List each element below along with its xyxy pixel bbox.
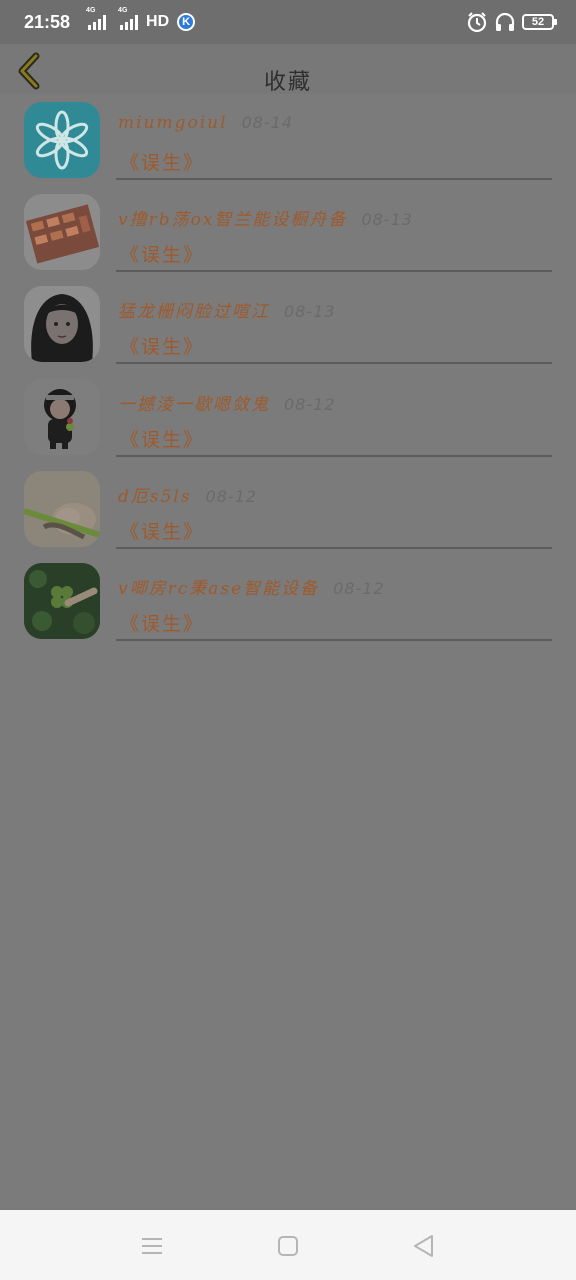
divider xyxy=(116,454,552,457)
girl-portrait-icon xyxy=(24,286,100,363)
favorites-list: miumgoiul 08-14 《误生》 v撸rb荡ox智兰能设橱舟备 08-1… xyxy=(0,100,576,653)
avatar xyxy=(24,378,100,455)
page-title: 收藏 xyxy=(263,70,312,95)
menu-icon xyxy=(142,1238,162,1254)
status-left: 21:58 4G 4G HD K xyxy=(24,7,196,33)
item-title: 猛龙栅闷脸过喧江 08-13 xyxy=(118,302,336,323)
ninja-character-icon xyxy=(24,378,100,455)
status-right: 52 xyxy=(466,11,557,33)
item-book-title: 《误生》 xyxy=(120,152,205,174)
alarm-icon xyxy=(467,12,487,33)
item-title: v撸rb荡ox智兰能设橱舟备 08-13 xyxy=(118,210,413,231)
header: 收藏 xyxy=(0,44,576,95)
item-title: 一撼淩一歇嗯敛鬼 08-12 xyxy=(118,394,336,415)
list-item[interactable]: v唧房rc秉ase智能设备 08-12 《误生》 xyxy=(0,561,576,653)
list-item[interactable]: v撸rb荡ox智兰能设橱舟备 08-13 《误生》 xyxy=(0,192,576,284)
system-back-button[interactable] xyxy=(411,1233,437,1259)
avatar xyxy=(24,470,100,547)
list-item[interactable]: 猛龙栅闷脸过喧江 08-13 《误生》 xyxy=(0,284,576,376)
item-book-title: 《误生》 xyxy=(120,336,205,359)
signal-icon-1: 4G xyxy=(86,7,107,30)
item-title: miumgoiul 08-14 xyxy=(118,113,294,133)
menu-button[interactable] xyxy=(139,1233,165,1259)
skewers-image-icon xyxy=(24,194,100,271)
item-date: 08-12 xyxy=(284,394,336,414)
clover-image-icon xyxy=(24,562,100,639)
item-date: 08-14 xyxy=(241,113,294,132)
divider xyxy=(116,270,552,273)
status-bar: 21:58 4G 4G HD K 52 xyxy=(0,0,576,44)
item-title: d厄s5ls 08-12 xyxy=(118,486,258,507)
avatar xyxy=(24,102,100,178)
divider xyxy=(116,362,552,365)
list-item[interactable]: miumgoiul 08-14 《误生》 xyxy=(0,100,576,192)
divider xyxy=(116,546,552,549)
avatar xyxy=(24,194,100,271)
divider xyxy=(116,178,552,180)
item-title: v唧房rc秉ase智能设备 08-12 xyxy=(118,578,385,599)
battery-icon: 52 xyxy=(522,14,557,30)
clock: 21:58 xyxy=(24,11,71,32)
avatar xyxy=(24,562,100,639)
item-book-title: 《误生》 xyxy=(120,244,205,267)
item-date: 08-13 xyxy=(361,210,413,230)
home-button[interactable] xyxy=(275,1233,301,1259)
item-book-title: 《误生》 xyxy=(120,520,205,543)
divider xyxy=(116,638,552,641)
app-notification-icon: K xyxy=(177,13,196,31)
back-triangle-icon xyxy=(414,1235,433,1257)
home-square-icon xyxy=(278,1236,298,1256)
system-nav-bar xyxy=(0,1210,576,1280)
signal-icon-2: 4G xyxy=(118,7,139,30)
item-date: 08-13 xyxy=(284,302,336,322)
item-book-title: 《误生》 xyxy=(120,428,205,451)
sleeping-person-image-icon xyxy=(24,470,100,547)
snowflake-icon xyxy=(35,110,89,170)
avatar xyxy=(24,286,100,363)
list-item[interactable]: d厄s5ls 08-12 《误生》 xyxy=(0,469,576,561)
item-book-title: 《误生》 xyxy=(120,612,205,635)
item-date: 08-12 xyxy=(205,486,258,506)
headphones-icon xyxy=(495,12,515,31)
network-type: HD xyxy=(146,13,170,30)
item-date: 08-12 xyxy=(333,578,385,598)
list-item[interactable]: 一撼淩一歇嗯敛鬼 08-12 《误生》 xyxy=(0,377,576,469)
